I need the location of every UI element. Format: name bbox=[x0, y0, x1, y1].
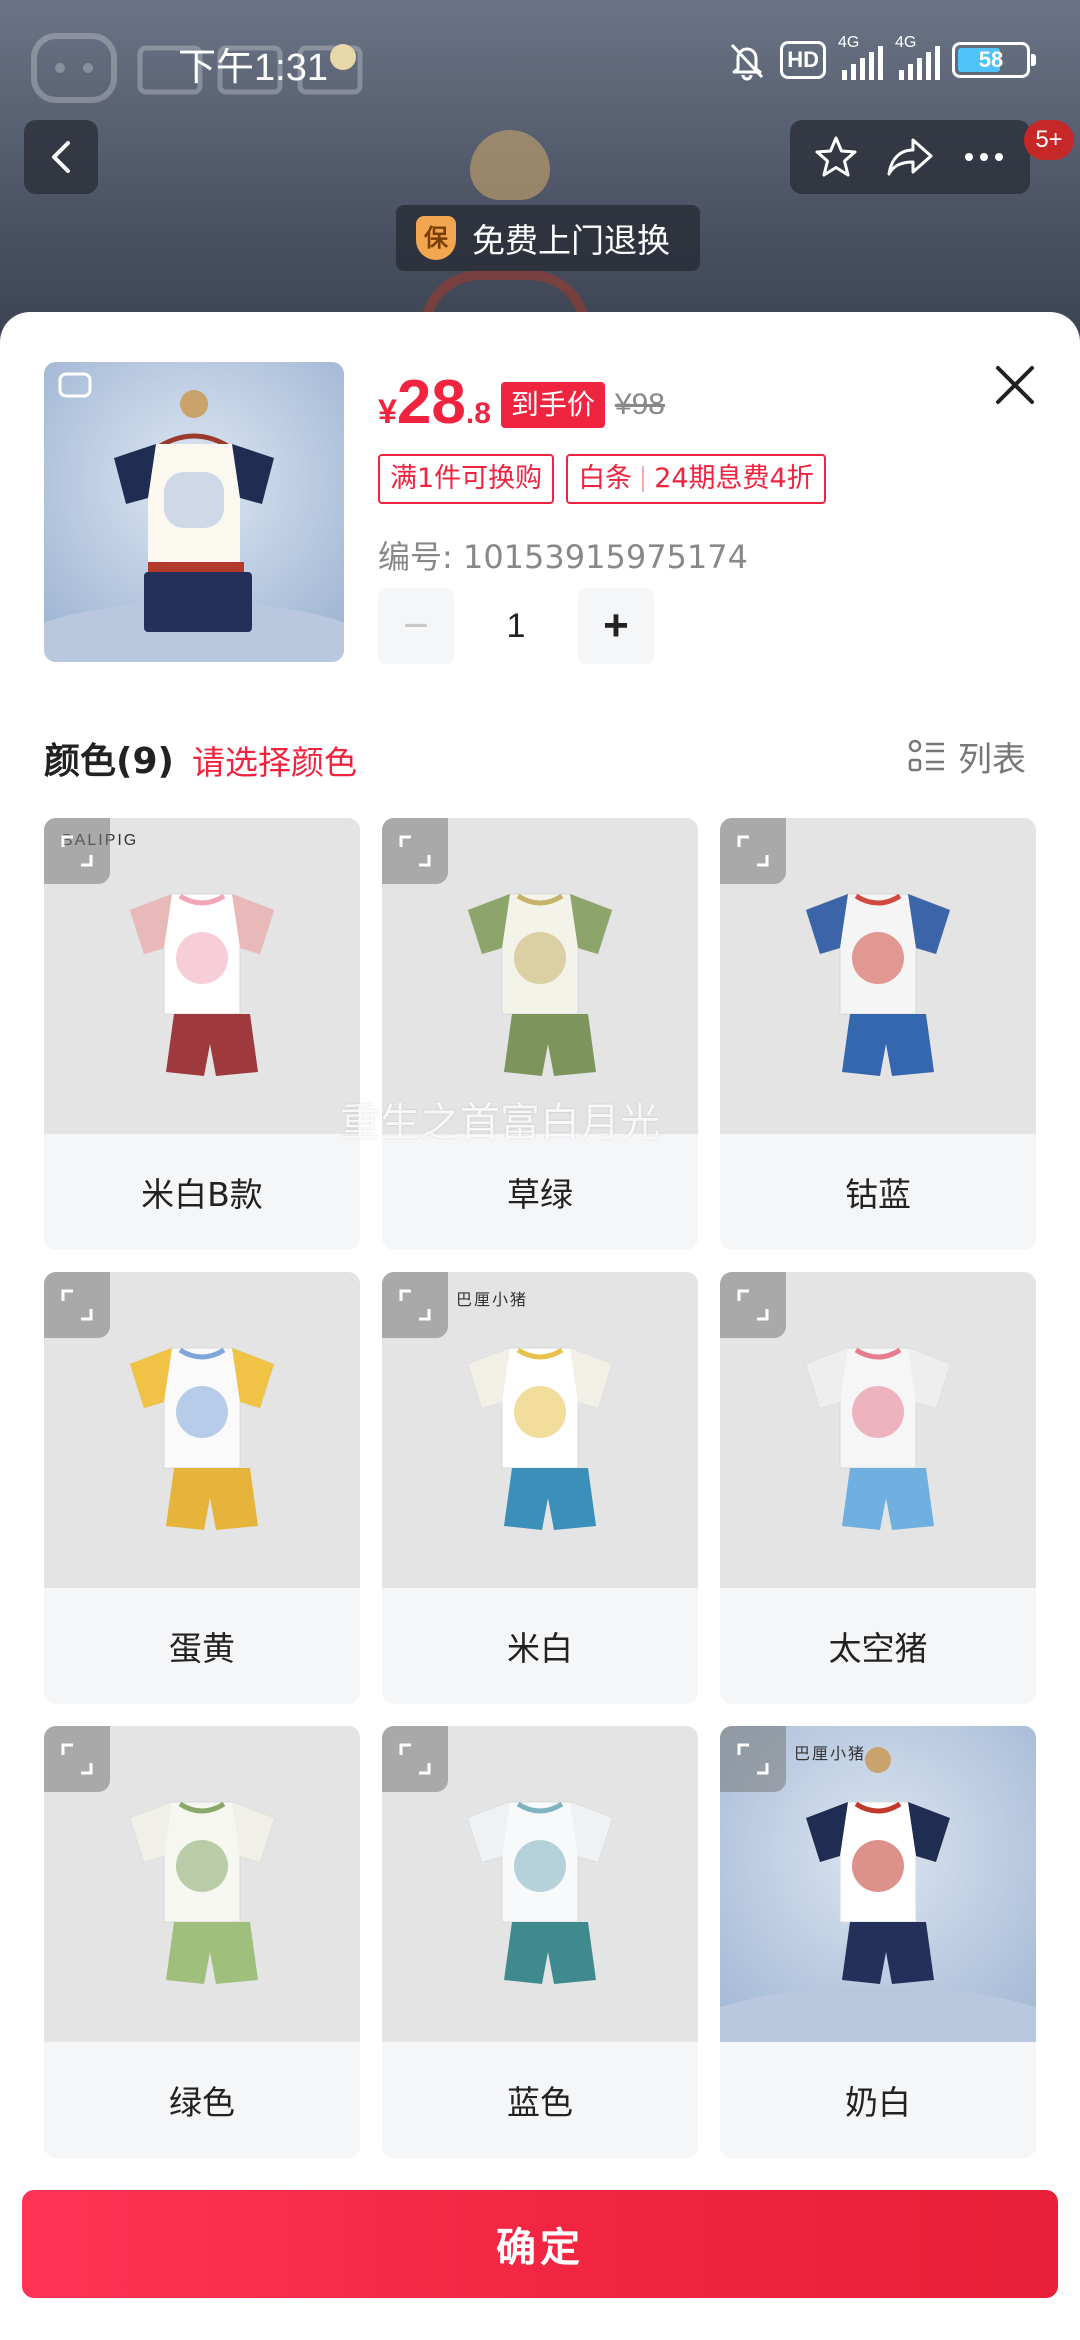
cart-badge: 5+ bbox=[1024, 120, 1074, 160]
brand-mark: 巴厘小猪 bbox=[794, 1746, 867, 1763]
bear-figure bbox=[470, 130, 550, 200]
expand-icon[interactable] bbox=[720, 818, 786, 884]
color-option-label: 蛋黄 bbox=[169, 1629, 235, 1668]
original-price: ¥98 bbox=[614, 388, 665, 421]
quantity-stepper: − 1 + bbox=[378, 588, 654, 664]
expand-icon[interactable] bbox=[382, 818, 448, 884]
quantity-decrease-button[interactable]: − bbox=[378, 588, 454, 664]
promo-exchange-label: 满1件可换购 bbox=[390, 463, 543, 494]
back-button[interactable] bbox=[24, 120, 98, 194]
signal-icon-1: 4G bbox=[838, 34, 883, 80]
color-option-label: 蓝色 bbox=[507, 2083, 573, 2122]
promo-exchange[interactable]: 满1件可换购 bbox=[378, 454, 555, 504]
color-option-image: 巴厘小猪 bbox=[720, 1726, 1036, 2042]
brand-mark: 巴厘小猪 bbox=[456, 1292, 529, 1309]
color-option-image bbox=[44, 1272, 360, 1588]
guarantee-banner: 保 免费上门退换 bbox=[396, 205, 700, 271]
battery-icon: 58 bbox=[952, 42, 1036, 78]
promo-baitiao-label: 白条 bbox=[578, 463, 633, 494]
more-icon[interactable] bbox=[961, 134, 1007, 180]
color-option-label: 奶白 bbox=[845, 2083, 911, 2122]
notification-app-icon bbox=[330, 44, 356, 70]
share-icon[interactable] bbox=[885, 134, 935, 180]
color-options-grid: BALIPIG米白B款草绿钴蓝蛋黄巴厘小猪米白太空猪绿色蓝色巴厘小猪奶白 bbox=[44, 818, 1036, 2158]
promo-installment[interactable]: 白条 24期息费4折 bbox=[566, 454, 826, 504]
sku-number: 编号: 10153915975174 bbox=[378, 538, 748, 576]
expand-icon[interactable] bbox=[44, 1726, 110, 1792]
guarantee-text: 免费上门退换 bbox=[472, 221, 670, 260]
color-option-label: 米白 bbox=[507, 1629, 573, 1668]
color-option-card[interactable]: 巴厘小猪米白 bbox=[382, 1272, 698, 1704]
color-option-card[interactable]: 蛋黄 bbox=[44, 1272, 360, 1704]
color-option-image bbox=[44, 1726, 360, 2042]
color-option-image bbox=[382, 1726, 698, 2042]
sku-selector-sheet: ¥ 28 .8 到手价 ¥98 满1件可换购 白条 24期息费4折 编号: 10… bbox=[0, 312, 1080, 2340]
color-option-label: 草绿 bbox=[507, 1175, 573, 1214]
product-thumbnail[interactable] bbox=[44, 362, 344, 662]
color-option-card[interactable]: 蓝色 bbox=[382, 1726, 698, 2158]
price-decimal: .8 bbox=[465, 397, 491, 430]
expand-icon[interactable] bbox=[382, 1726, 448, 1792]
price-integer: 28 bbox=[396, 368, 466, 437]
nav-actions bbox=[790, 120, 1030, 194]
list-icon bbox=[908, 739, 944, 771]
color-option-image bbox=[382, 818, 698, 1134]
chevron-left-icon bbox=[52, 141, 70, 173]
close-icon[interactable] bbox=[990, 360, 1040, 410]
color-option-image: BALIPIG bbox=[44, 818, 360, 1134]
color-option-card[interactable]: BALIPIG 米白B款 bbox=[44, 818, 360, 1250]
star-icon[interactable] bbox=[813, 134, 859, 180]
network-type-label: 4G bbox=[838, 34, 860, 51]
quantity-value[interactable]: 1 bbox=[454, 607, 578, 646]
status-icons: HD 4G 4G 58 bbox=[726, 34, 1036, 82]
color-option-label: 绿色 bbox=[169, 2083, 235, 2122]
battery-level: 58 bbox=[978, 47, 1004, 72]
status-bar: 下午1:31 HD 4G 4G 58 bbox=[0, 0, 1080, 120]
color-section-title: 颜色(9) bbox=[44, 741, 174, 782]
quantity-increase-button[interactable]: + bbox=[578, 588, 654, 664]
expand-icon[interactable] bbox=[44, 1272, 110, 1338]
color-option-image: 巴厘小猪 bbox=[382, 1272, 698, 1588]
hd-badge: HD bbox=[780, 41, 826, 79]
list-view-label: 列表 bbox=[958, 740, 1026, 780]
list-view-toggle[interactable]: 列表 bbox=[908, 732, 1026, 781]
signal-icon-2: 4G bbox=[895, 34, 940, 80]
expand-icon[interactable] bbox=[720, 1726, 786, 1792]
color-option-label: 钴蓝 bbox=[845, 1175, 911, 1214]
color-option-card[interactable]: 草绿 bbox=[382, 818, 698, 1250]
color-option-card[interactable]: 太空猪 bbox=[720, 1272, 1036, 1704]
expand-icon[interactable] bbox=[382, 1272, 448, 1338]
current-price: ¥ 28 .8 bbox=[378, 372, 491, 434]
bell-off-icon bbox=[731, 43, 764, 81]
color-section-hint: 请选择颜色 bbox=[192, 743, 357, 782]
color-option-image bbox=[720, 818, 1036, 1134]
color-option-card[interactable]: 巴厘小猪奶白 bbox=[720, 1726, 1036, 2158]
status-time: 下午1:31 bbox=[178, 47, 328, 89]
watermark-text: 重生之首富白月光 bbox=[340, 1100, 660, 1146]
shield-icon: 保 bbox=[416, 216, 456, 260]
color-option-image bbox=[720, 1272, 1036, 1588]
color-option-label: 米白B款 bbox=[141, 1175, 263, 1214]
promo-installment-label: 24期息费4折 bbox=[654, 463, 814, 494]
expand-icon[interactable] bbox=[44, 818, 110, 884]
currency-symbol: ¥ bbox=[378, 393, 397, 431]
expand-icon[interactable] bbox=[720, 1272, 786, 1338]
color-option-label: 太空猪 bbox=[828, 1629, 928, 1668]
confirm-button[interactable]: 确定 bbox=[22, 2190, 1058, 2298]
network-type-label: 4G bbox=[895, 34, 917, 51]
promo-divider bbox=[642, 466, 645, 492]
color-option-card[interactable]: 钴蓝 bbox=[720, 818, 1036, 1250]
promo-row: 满1件可换购 白条 24期息费4折 bbox=[378, 454, 826, 504]
color-option-card[interactable]: 绿色 bbox=[44, 1726, 360, 2158]
final-price-tag: 到手价 bbox=[500, 382, 605, 428]
price-row: ¥ 28 .8 到手价 ¥98 bbox=[378, 364, 665, 434]
